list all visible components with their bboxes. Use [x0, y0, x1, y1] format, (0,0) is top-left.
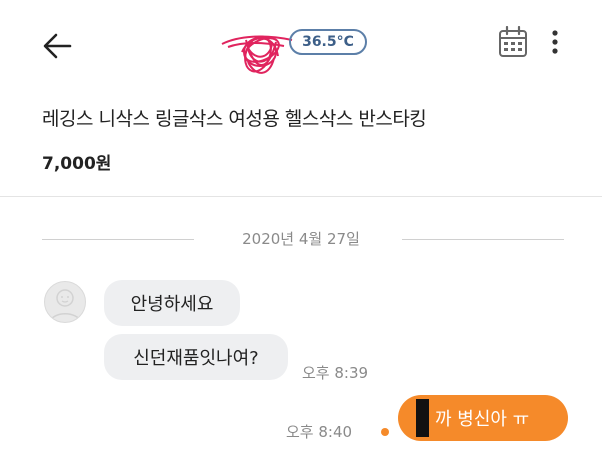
chat-date: 2020년 4월 27일	[242, 230, 360, 248]
calendar-icon[interactable]	[498, 25, 528, 58]
product-title[interactable]: 레깅스 니삭스 링글삭스 여성용 헬스삭스 반스타킹	[42, 104, 427, 131]
redacted-nickname-scribble	[218, 22, 296, 80]
message-bubble-incoming[interactable]: 신던재품잇나여?	[104, 334, 288, 380]
manner-temperature-badge: 36.5°C	[289, 29, 367, 55]
back-arrow-icon[interactable]	[40, 28, 76, 64]
censor-bar	[416, 399, 429, 437]
message-time: 오후 8:39	[302, 364, 369, 382]
user-avatar[interactable]	[44, 281, 86, 323]
message-bubble-outgoing[interactable]: 까 병신아 ㅠ	[398, 395, 568, 441]
header-divider	[0, 196, 602, 197]
unread-indicator-dot	[381, 428, 389, 436]
message-bubble-incoming[interactable]: 안녕하세요	[104, 280, 240, 326]
date-separator-line-right	[402, 239, 564, 240]
more-vertical-icon[interactable]	[548, 28, 562, 56]
product-price: 7,000원	[42, 154, 112, 174]
message-text: 까 병신아 ㅠ	[435, 409, 530, 430]
message-time: 오후 8:40	[286, 423, 353, 441]
date-separator-line-left	[42, 239, 194, 240]
